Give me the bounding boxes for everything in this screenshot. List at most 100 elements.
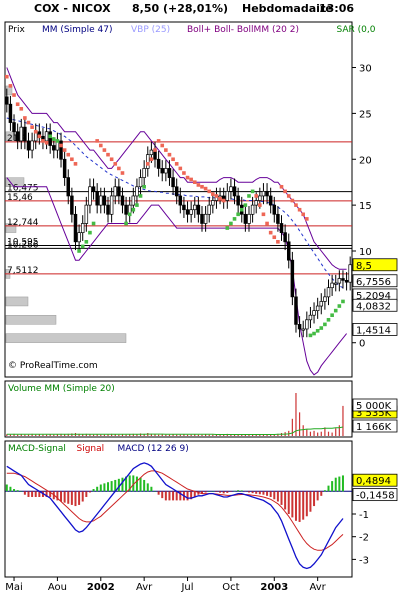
macd-histogram-bar	[276, 491, 279, 502]
candle-body	[59, 140, 63, 160]
sar-point	[41, 139, 45, 143]
macd-histogram-bar	[208, 491, 211, 492]
candle-body	[301, 328, 305, 331]
candle-body	[109, 195, 114, 215]
sar-point	[319, 326, 324, 330]
macd-histogram-bar	[280, 491, 283, 505]
candle-body	[178, 195, 183, 206]
candle-body	[113, 186, 117, 197]
macd-histogram-bar	[338, 476, 341, 492]
sar-point	[265, 221, 269, 226]
volume-bar	[45, 434, 48, 436]
macd-histogram-bar	[240, 490, 243, 492]
volume-bar	[176, 434, 178, 436]
macd-histogram-bar	[121, 477, 124, 492]
macd-histogram-bar	[334, 477, 337, 492]
macd-histogram-bar	[172, 491, 175, 501]
volume-bar	[338, 425, 340, 436]
volume-bar	[197, 434, 199, 436]
macd-histogram-bar	[331, 481, 334, 492]
sar-point	[185, 175, 190, 180]
candle-body	[135, 186, 139, 197]
sar-point	[167, 152, 172, 157]
macd-tag: -0,1458	[356, 491, 395, 502]
macd-legend-item: MACD (12 26 9)	[118, 444, 189, 454]
sar-point	[236, 212, 240, 217]
volume-bar	[118, 434, 120, 436]
candle-body	[167, 168, 172, 178]
candle-body	[146, 154, 150, 169]
macd-histogram-bar	[99, 484, 102, 492]
candle-body	[66, 177, 71, 197]
price-tag: 8,5	[356, 261, 372, 272]
sar-point	[229, 221, 233, 226]
candle-body	[5, 96, 9, 105]
volume-bar	[201, 434, 203, 436]
macd-histogram-bar	[204, 491, 207, 493]
macd-histogram-bar	[146, 483, 149, 492]
sar-point	[261, 212, 266, 217]
sar-point	[95, 139, 99, 143]
macd-histogram-bar	[110, 481, 113, 492]
candle-body	[243, 213, 248, 224]
sar-point	[308, 333, 313, 338]
macd-legend-item: MACD-Signal	[8, 444, 66, 454]
sar-point	[276, 240, 280, 244]
macd-histogram-bar	[327, 485, 330, 492]
candle-body	[95, 191, 99, 206]
sar-point	[124, 221, 128, 226]
macd-histogram-bar	[161, 491, 164, 499]
volume-bar	[190, 434, 192, 436]
macd-histogram-bar	[16, 490, 19, 492]
candle-body	[203, 213, 208, 224]
sar-point	[171, 157, 175, 162]
macd-histogram-bar	[255, 491, 258, 494]
volume-bar	[158, 434, 160, 436]
candle-body	[156, 158, 161, 169]
candle-body	[174, 186, 179, 197]
candle-body	[120, 195, 125, 206]
sar-point	[239, 207, 244, 212]
candle-body	[124, 204, 128, 215]
candle-body	[250, 204, 255, 215]
candle-body	[131, 195, 136, 206]
macd-histogram-bar	[96, 486, 99, 492]
volume-bar	[24, 434, 26, 436]
sar-point	[33, 129, 38, 134]
sar-point	[333, 308, 338, 313]
macd-histogram-bar	[341, 475, 344, 492]
macd-histogram-bar	[215, 491, 218, 492]
candle-body	[160, 168, 164, 174]
price-legend-item: VBP (25)	[131, 25, 170, 35]
candle-body	[84, 204, 89, 224]
candle-body	[15, 131, 20, 142]
macd-tag: 0,4894	[356, 476, 391, 487]
candle-body	[80, 223, 85, 233]
volume-bar	[100, 434, 102, 436]
sar-point	[286, 194, 291, 198]
sar-point	[106, 152, 110, 157]
sar-point	[279, 184, 284, 189]
sar-point	[174, 162, 179, 166]
sar-point	[341, 299, 345, 304]
sar-point	[243, 203, 248, 207]
sar-point	[192, 180, 197, 184]
macd-histogram-bar	[31, 491, 34, 497]
candle-body	[272, 204, 277, 215]
price-y-tick-label: 25	[359, 109, 372, 120]
macd-histogram-bar	[258, 491, 261, 495]
candle-body	[258, 195, 262, 201]
macd-histogram-bar	[9, 486, 12, 492]
volume-bar	[295, 393, 297, 436]
sar-point	[153, 148, 157, 152]
macd-histogram-bar	[309, 491, 312, 512]
candle-body	[323, 296, 327, 302]
x-axis-label: Mai	[5, 582, 23, 593]
watermark: © ProRealTime.com	[8, 361, 98, 371]
sar-point	[337, 304, 342, 308]
volume-bar	[125, 434, 127, 436]
candle-body	[236, 195, 240, 206]
candle-body	[290, 259, 295, 298]
volume-bar	[309, 431, 312, 436]
candle-body	[193, 204, 197, 211]
